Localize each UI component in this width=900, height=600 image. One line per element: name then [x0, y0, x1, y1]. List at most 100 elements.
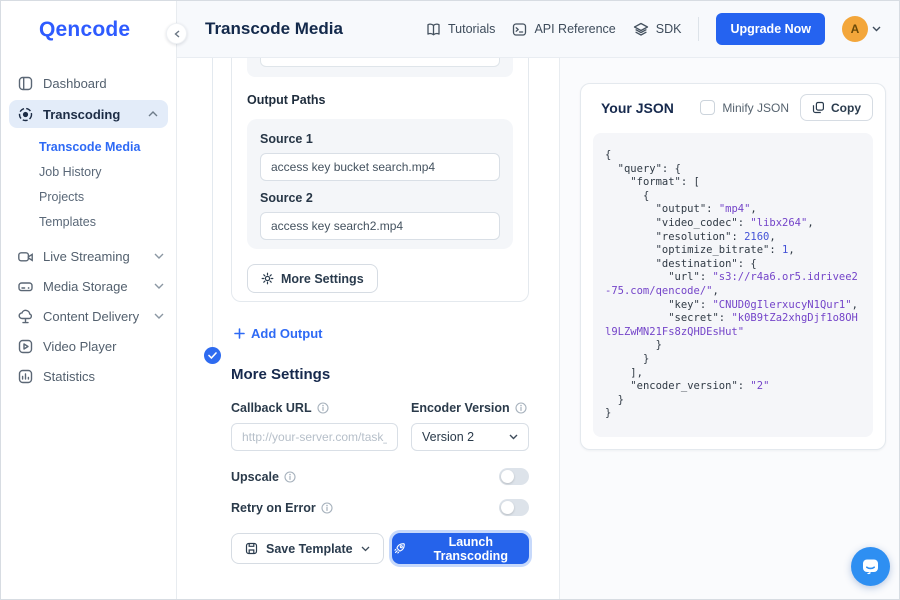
- encoder-version-label: Encoder Version: [411, 401, 510, 415]
- chevron-down-icon: [361, 546, 370, 552]
- sidebar-item-projects[interactable]: Projects: [1, 185, 176, 210]
- sidebar-item-content-delivery[interactable]: Content Delivery: [1, 301, 176, 331]
- upscale-row: Upscale: [231, 468, 529, 485]
- api-reference-link[interactable]: API Reference: [512, 22, 615, 37]
- encoder-version-select[interactable]: Version 2: [411, 423, 529, 451]
- chevron-down-icon: [872, 26, 881, 32]
- app-window: Qencode Dashboard Transcoding Transcode …: [0, 0, 900, 600]
- json-panel: Your JSON Minify JSON Copy { "query": { …: [559, 58, 899, 599]
- encoder-version-value: Version 2: [422, 430, 474, 444]
- settings-grid: Callback URL Encoder Version: [231, 401, 529, 451]
- sidebar-item-live-streaming[interactable]: Live Streaming: [1, 241, 176, 271]
- sidebar-item-label: Statistics: [43, 369, 95, 384]
- retry-on-error-row: Retry on Error: [231, 499, 529, 516]
- header-actions: Tutorials API Reference SDK Upgrade Now …: [426, 13, 881, 45]
- scrolled-input-fragment: [260, 58, 500, 67]
- transcoding-icon: [17, 106, 34, 123]
- copy-icon: [812, 101, 825, 114]
- sidebar-item-dashboard[interactable]: Dashboard: [1, 68, 176, 98]
- dashboard-icon: [17, 75, 34, 92]
- sidebar-item-label: Transcoding: [43, 107, 120, 122]
- info-icon: [317, 402, 329, 414]
- sidebar-item-label: Dashboard: [43, 76, 107, 91]
- api-reference-label: API Reference: [534, 22, 615, 36]
- book-icon: [426, 22, 441, 37]
- sdk-label: SDK: [656, 22, 682, 36]
- json-card-header: Your JSON Minify JSON Copy: [581, 84, 885, 131]
- header-divider: [698, 17, 699, 41]
- tutorials-link[interactable]: Tutorials: [426, 22, 495, 37]
- transcode-form-panel: Output Paths Source 1 Source 2 More Sett…: [177, 58, 559, 599]
- chevron-down-icon: [154, 283, 164, 289]
- copy-json-button[interactable]: Copy: [800, 94, 873, 121]
- rocket-icon: [393, 542, 406, 555]
- sidebar-item-label: Video Player: [43, 339, 116, 354]
- sidebar-item-job-history[interactable]: Job History: [1, 160, 176, 185]
- sidebar-item-templates[interactable]: Templates: [1, 210, 176, 235]
- callback-url-label-row: Callback URL: [231, 401, 398, 415]
- form-content: Output Paths Source 1 Source 2 More Sett…: [231, 58, 529, 564]
- chevron-down-icon: [154, 253, 164, 259]
- terminal-icon: [512, 22, 527, 37]
- save-template-button[interactable]: Save Template: [231, 533, 384, 564]
- json-code[interactable]: { "query": { "format": [ { "output": "mp…: [593, 133, 873, 437]
- source1-input[interactable]: [260, 153, 500, 181]
- tutorials-label: Tutorials: [448, 22, 495, 36]
- more-settings-button-label: More Settings: [281, 272, 364, 286]
- launch-transcoding-button[interactable]: Launch Transcoding: [392, 533, 529, 564]
- output-paths-card: Source 1 Source 2: [247, 119, 513, 249]
- chat-launcher-button[interactable]: [851, 547, 890, 586]
- gear-icon: [261, 272, 274, 285]
- sidebar-item-label: Live Streaming: [43, 249, 130, 264]
- sidebar-item-transcode-media[interactable]: Transcode Media: [1, 135, 176, 160]
- sidebar-nav: Dashboard Transcoding Transcode Media Jo…: [1, 68, 176, 391]
- info-icon: [284, 471, 296, 483]
- output-paths-label: Output Paths: [247, 93, 513, 107]
- sidebar: Qencode Dashboard Transcoding Transcode …: [1, 1, 177, 599]
- sidebar-item-media-storage[interactable]: Media Storage: [1, 271, 176, 301]
- sidebar-item-transcoding[interactable]: Transcoding: [9, 100, 168, 128]
- source1-label: Source 1: [260, 132, 500, 146]
- sidebar-item-video-player[interactable]: Video Player: [1, 331, 176, 361]
- json-card: Your JSON Minify JSON Copy { "query": { …: [580, 83, 886, 450]
- more-settings-heading: More Settings: [231, 366, 529, 383]
- stepper-line: [212, 58, 213, 347]
- chevron-down-icon: [154, 313, 164, 319]
- add-output-link[interactable]: Add Output: [234, 326, 322, 341]
- cloud-icon: [17, 308, 34, 325]
- sidebar-item-label: Content Delivery: [43, 309, 139, 324]
- sdk-link[interactable]: SDK: [633, 22, 682, 37]
- retry-on-error-toggle[interactable]: [499, 499, 529, 516]
- chevron-down-icon: [509, 434, 518, 440]
- minify-json-checkbox[interactable]: [700, 100, 715, 115]
- sidebar-collapse-button[interactable]: [166, 23, 187, 44]
- json-title: Your JSON: [601, 100, 674, 116]
- minify-json-label: Minify JSON: [722, 101, 789, 115]
- bar-chart-icon: [17, 368, 34, 385]
- chat-bubble-icon: [861, 557, 880, 576]
- retry-on-error-label: Retry on Error: [231, 501, 316, 515]
- info-icon: [321, 502, 333, 514]
- layers-icon: [633, 22, 649, 37]
- source2-label: Source 2: [260, 191, 500, 205]
- output-more-settings-button[interactable]: More Settings: [247, 264, 378, 293]
- chevron-left-icon: [174, 30, 180, 38]
- retry-label-row: Retry on Error: [231, 501, 333, 515]
- account-menu[interactable]: A: [842, 16, 881, 42]
- upscale-label-row: Upscale: [231, 470, 296, 484]
- upscale-toggle[interactable]: [499, 468, 529, 485]
- sidebar-item-statistics[interactable]: Statistics: [1, 361, 176, 391]
- encoder-version-label-row: Encoder Version: [411, 401, 529, 415]
- callback-url-input[interactable]: [231, 423, 398, 451]
- form-actions: Save Template Launch Transcoding: [231, 533, 529, 564]
- source2-input[interactable]: [260, 212, 500, 240]
- upgrade-now-button[interactable]: Upgrade Now: [716, 13, 825, 45]
- step-check-icon: [204, 347, 221, 364]
- page-title: Transcode Media: [205, 19, 343, 39]
- transcoding-submenu: Transcode Media Job History Projects Tem…: [1, 135, 176, 235]
- copy-button-label: Copy: [831, 101, 861, 115]
- output-section-card: Output Paths Source 1 Source 2 More Sett…: [231, 58, 529, 302]
- hard-drive-icon: [17, 278, 34, 295]
- add-output-label: Add Output: [251, 326, 322, 341]
- page-header: Transcode Media Tutorials API Reference …: [177, 1, 899, 58]
